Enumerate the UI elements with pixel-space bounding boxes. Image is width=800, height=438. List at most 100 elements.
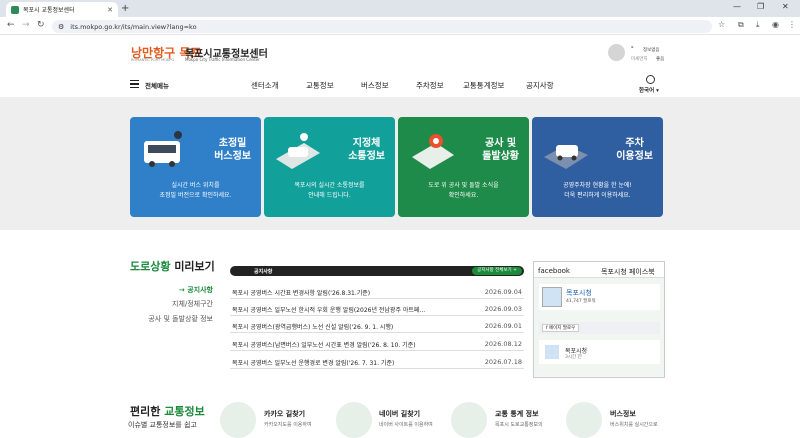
facebook-post[interactable]: 목포시청 3시간 전 <box>539 340 660 364</box>
notice-title: 목포시 공영버스 일부노선 한시적 우회 운행 알림(2026년 전남광주 아트… <box>232 307 426 314</box>
notice-row[interactable]: 목포시 공영버스 시간표 변경사항 알림('26.8.31.기준) 2026.09… <box>230 282 524 299</box>
page-profile-icon <box>542 287 562 307</box>
nav-traffic-stats[interactable]: 교통통계정보 <box>463 80 504 91</box>
parking-car-illustration-icon <box>542 129 590 171</box>
url-text: its.mokpo.go.kr/its/main.view?lang=ko <box>70 22 197 31</box>
site-info-icon[interactable]: ⚙ <box>58 23 64 31</box>
facebook-header: facebook 목포시청 페이스북 <box>534 262 664 278</box>
back-icon[interactable]: ← <box>7 20 15 30</box>
card-desc-1: 도로 위 공사 및 돌발 소식을 <box>428 182 499 189</box>
menu-kebab-icon[interactable]: ⋮ <box>788 20 796 29</box>
hamburger-icon[interactable] <box>130 80 139 90</box>
window-close-icon[interactable]: ✕ <box>782 2 789 11</box>
kakao-map-icon[interactable] <box>220 402 256 438</box>
tab-title: 목포시 교통정보센터 <box>23 7 75 14</box>
notice-row[interactable]: 목포시 공영버스 일부노선 한시적 우회 운행 알림(2026년 전남광주 아트… <box>230 299 524 316</box>
logo-sub-text: ROMANTIC PORT MOKPO <box>131 58 175 62</box>
card-title-2: 돌발상황 <box>482 151 519 162</box>
traffic-car-illustration-icon <box>274 129 322 171</box>
nav-bus-info[interactable]: 버스정보 <box>361 80 389 91</box>
card-construction[interactable]: 공사 및돌발상황 도로 위 공사 및 돌발 소식을확인하세요. <box>398 117 529 217</box>
notice-view-all-button[interactable]: 공지사항 전체보기 + <box>472 267 522 275</box>
card-title-1: 지정체 <box>352 138 381 149</box>
nav-center-intro[interactable]: 센터소개 <box>251 80 279 91</box>
card-desc-1: 목포시의 실시간 소통정보를 <box>294 182 365 189</box>
notice-row[interactable]: 목포시 공영버스 일부노선 운행경로 변경 알림('26. 7. 31. 기준)… <box>230 352 524 369</box>
browser-toolbar: ← → ↻ ⚙ its.mokpo.go.kr/its/main.view?la… <box>0 17 800 35</box>
card-congestion[interactable]: 지정체 소통정보 목포시의 실시간 소통정보를 안내해 드립니다. <box>264 117 395 217</box>
traffic-stats-desc: 목포시 도로교통정보의 <box>495 422 543 428</box>
bus-illustration-icon <box>140 129 188 171</box>
globe-icon[interactable] <box>646 75 655 84</box>
naver-map-desc: 네이버 사이트를 이용하여 <box>379 422 433 428</box>
post-time: 3시간 전 <box>565 355 582 360</box>
card-title-1: 초정밀 <box>218 138 247 149</box>
bus-info-icon[interactable] <box>566 402 602 438</box>
side-menu-notice[interactable]: → 공지사항 <box>179 285 213 295</box>
fb-follow-button[interactable]: f 페이지 팔로우 <box>542 324 580 332</box>
address-bar[interactable]: ⚙ its.mokpo.go.kr/its/main.view?lang=ko <box>52 20 712 33</box>
kakao-map-label[interactable]: 카카오 길찾기 <box>264 409 305 419</box>
fb-page-name[interactable]: 목포시청 <box>566 288 592 298</box>
card-parking[interactable]: 주차 이용정보 공영주차장 현황을 한 눈에! 더욱 편리하게 이용하세요. <box>532 117 663 217</box>
nav-parking-info[interactable]: 주차정보 <box>416 80 444 91</box>
bottom-section-subtitle: 이슈별 교통정보를 쉽고 <box>128 421 197 429</box>
site-favicon-icon <box>11 5 19 14</box>
card-title-2: 소통정보 <box>348 151 385 162</box>
card-desc-2: 확인하세요. <box>448 192 479 199</box>
card-title-1: 공사 및 <box>485 138 517 149</box>
bookmark-star-icon[interactable]: ☆ <box>718 20 725 29</box>
facebook-page-card[interactable]: 목포시청 41,747 팔로워 <box>539 284 660 310</box>
reload-icon[interactable]: ↻ <box>37 20 45 30</box>
all-menu-button[interactable]: 전체메뉴 <box>145 80 169 90</box>
new-tab-icon[interactable]: + <box>121 3 129 14</box>
dust-label: 미세먼지 <box>631 57 648 62</box>
forward-icon[interactable]: → <box>22 20 30 30</box>
language-select[interactable]: 한국어 ▾ <box>639 86 659 94</box>
nav-notice[interactable]: 공지사항 <box>526 80 554 91</box>
browser-tab[interactable]: 목포시 교통정보센터 ✕ <box>6 2 118 17</box>
minimize-icon[interactable]: — <box>733 2 741 11</box>
weather-temp: - <box>631 44 634 51</box>
facebook-tab[interactable]: facebook <box>538 267 570 275</box>
notice-date: 2026.09.01 <box>484 322 522 330</box>
notice-row[interactable]: 목포시 공영버스(남면버스) 일부노선 시간표 변경 알림('26. 8. 10… <box>230 334 524 351</box>
fb-followers: 41,747 팔로워 <box>566 299 596 304</box>
bus-info-label[interactable]: 버스정보 <box>610 409 636 419</box>
bottom-section-title: 편리한 교통정보 <box>130 405 205 418</box>
notice-date: 2026.07.18 <box>484 358 522 366</box>
side-menu-construction[interactable]: 공사 및 돌발상황 정보 <box>148 314 213 324</box>
notice-title: 목포시 공영버스(남면버스) 일부노선 시간표 변경 알림('26. 8. 10… <box>232 342 416 349</box>
notice-date: 2026.09.04 <box>484 288 522 296</box>
notice-title: 목포시 공영버스 시간표 변경사항 알림('26.8.31.기준) <box>232 290 371 297</box>
browser-tabstrip: 목포시 교통정보센터 ✕ + — ❐ ✕ <box>0 0 800 17</box>
card-desc-1: 실시간 버스 위치를 <box>171 182 220 189</box>
dust-value: 좋음 <box>656 57 665 62</box>
download-icon[interactable]: ⤓ <box>756 20 760 30</box>
nav-traffic-info[interactable]: 교통정보 <box>306 80 334 91</box>
card-desc-2: 더욱 편리하게 이용하세요. <box>564 192 631 199</box>
notice-title: 목포시 공영버스(광역급행버스) 노선 신설 알림('26. 9. 1. 시행) <box>232 324 394 331</box>
traffic-stats-label[interactable]: 교통 통계 정보 <box>495 409 539 419</box>
map-pin-illustration-icon <box>408 129 456 171</box>
side-menu-congestion[interactable]: 지체/정체구간 <box>172 299 213 309</box>
bus-info-desc: 버스위치를 실시간으로 <box>610 422 658 428</box>
notice-date: 2026.09.03 <box>484 305 522 313</box>
notice-row[interactable]: 목포시 공영버스(광역급행버스) 노선 신설 알림('26. 9. 1. 시행)… <box>230 316 524 333</box>
card-desc-1: 공영주차장 현황을 한 눈에! <box>563 182 632 189</box>
maximize-icon[interactable]: ❐ <box>757 2 764 11</box>
card-bus-precision[interactable]: 초정밀 버스정보 실시간 버스 위치를 초정밀 버전으로 확인하세요. <box>130 117 261 217</box>
extensions-icon[interactable]: ⧉ <box>738 20 744 30</box>
traffic-stats-icon[interactable] <box>451 402 487 438</box>
card-desc-2: 초정밀 버전으로 확인하세요. <box>159 192 232 199</box>
profile-icon[interactable]: ◉ <box>772 20 779 29</box>
notice-title: 목포시 공영버스 일부노선 운행경로 변경 알림('26. 7. 31. 기준) <box>232 360 395 367</box>
post-author-icon <box>545 345 559 359</box>
weather-status: 정보없음 <box>643 48 660 53</box>
naver-map-icon[interactable] <box>336 402 372 438</box>
site-subtitle: Mokpo City Traffic Information Center <box>185 57 260 62</box>
naver-map-label[interactable]: 네이버 길찾기 <box>379 409 420 419</box>
tab-close-icon[interactable]: ✕ <box>107 6 113 14</box>
road-section-title: 도로상황 미리보기 <box>130 260 215 273</box>
facebook-follow-bar: f 페이지 팔로우 <box>539 322 660 334</box>
